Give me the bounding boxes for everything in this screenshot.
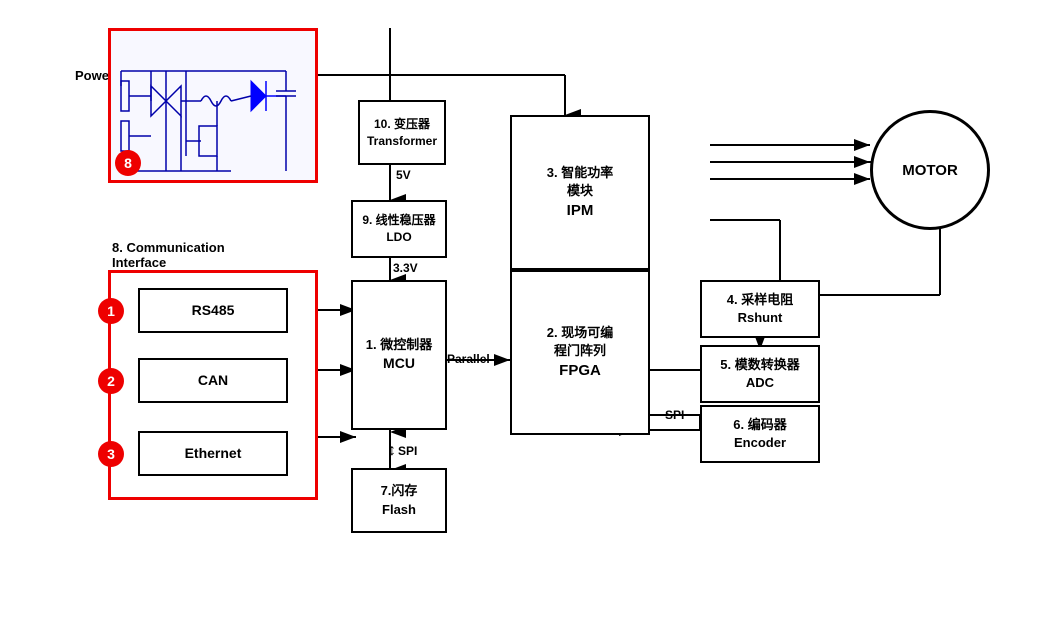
ipm-label-cn: 3. 智能功率	[547, 164, 613, 182]
encoder-box: 6. 编码器 Encoder	[700, 405, 820, 463]
spi-label-bottom: ↕ SPI	[388, 442, 417, 460]
voltage-5v: 5V	[396, 168, 411, 182]
ethernet-label: Ethernet	[185, 444, 242, 464]
comm-num3: 3	[98, 441, 124, 467]
adc-box: 5. 模数转换器 ADC	[700, 345, 820, 403]
rshunt-label-en: Rshunt	[738, 309, 783, 327]
transformer-box: 10. 变压器 Transformer	[358, 100, 446, 165]
transformer-label-en: Transformer	[367, 133, 437, 150]
adc-label-en: ADC	[746, 374, 774, 392]
ipm-label-cn2: 模块	[567, 182, 593, 200]
ipm-box: 3. 智能功率 模块 IPM	[510, 115, 650, 270]
encoder-label-en: Encoder	[734, 434, 786, 452]
adc-label-cn: 5. 模数转换器	[720, 356, 799, 374]
mcu-box: 1. 微控制器 MCU	[351, 280, 447, 430]
power-circuit-box: 8	[108, 28, 318, 183]
rshunt-label-cn: 4. 采样电阻	[727, 291, 793, 309]
encoder-label-cn: 6. 编码器	[733, 416, 786, 434]
ldo-label-en: LDO	[386, 229, 411, 246]
rs485-label: RS485	[192, 301, 235, 321]
comm-group: 1 RS485 2 CAN 3 Ethernet	[108, 270, 318, 500]
comm-num1: 1	[98, 298, 124, 324]
ipm-label-en: IPM	[567, 200, 594, 221]
voltage-33v: 3.3V	[393, 261, 418, 275]
fpga-label-en: FPGA	[559, 360, 601, 381]
rs485-box: RS485	[138, 288, 288, 333]
power-num-badge: 8	[115, 150, 141, 176]
fpga-label-cn: 2. 现场可编	[547, 324, 613, 342]
motor-circle: MOTOR	[870, 110, 990, 230]
can-box: CAN	[138, 358, 288, 403]
can-label: CAN	[198, 371, 228, 391]
motor-label: MOTOR	[902, 162, 958, 179]
flash-box: 7.闪存 Flash	[351, 468, 447, 533]
ldo-box: 9. 线性稳压器 LDO	[351, 200, 447, 258]
comm-interface-title: 8. Communication Interface	[112, 240, 225, 270]
spi-label-right: SPI	[665, 408, 684, 422]
ldo-label-cn: 9. 线性稳压器	[362, 212, 435, 229]
rshunt-box: 4. 采样电阻 Rshunt	[700, 280, 820, 338]
fpga-box: 2. 现场可编 程门阵列 FPGA	[510, 270, 650, 435]
flash-label-en: Flash	[382, 501, 416, 519]
mcu-label-cn: 1. 微控制器	[366, 336, 432, 354]
fpga-label-cn2: 程门阵列	[554, 342, 606, 360]
parallel-label: Parallel	[447, 352, 490, 366]
ethernet-box: Ethernet	[138, 431, 288, 476]
mcu-label-en: MCU	[383, 354, 415, 374]
transformer-label-cn: 10. 变压器	[374, 116, 430, 133]
flash-label-cn: 7.闪存	[381, 482, 418, 500]
comm-num2: 2	[98, 368, 124, 394]
